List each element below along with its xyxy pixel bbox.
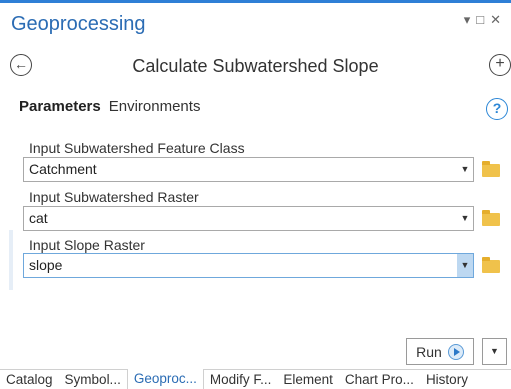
tab-geoprocessing[interactable]: Geoproc... (126, 369, 204, 389)
tab-environments[interactable]: Environments (109, 98, 201, 115)
browse-folder-icon[interactable] (482, 161, 500, 177)
pin-menu-icon[interactable]: ▾ (464, 12, 471, 28)
chevron-down-icon[interactable]: ▼ (457, 158, 473, 181)
tool-tabs: Parameters Environments (19, 98, 200, 115)
browse-folder-icon[interactable] (482, 257, 500, 273)
tab-catalog[interactable]: Catalog (0, 370, 59, 389)
param-label-subwatershed-raster: Input Subwatershed Raster (29, 189, 199, 205)
bottom-pane-tabs: Catalog Symbol... Geoproc... Modify F...… (0, 369, 511, 389)
pane-window-controls: ▾ □ ✕ (464, 12, 501, 28)
slope-raster-combobox[interactable]: slope ▼ (23, 253, 474, 278)
focus-indicator (9, 230, 13, 290)
run-label: Run (416, 343, 442, 360)
pane-title: Geoprocessing (11, 13, 146, 35)
run-options-dropdown[interactable]: ▼ (482, 338, 507, 365)
maximize-icon[interactable]: □ (476, 12, 484, 28)
chevron-down-icon[interactable]: ▼ (457, 254, 473, 277)
tab-element[interactable]: Element (277, 370, 339, 389)
param-label-feature-class: Input Subwatershed Feature Class (29, 140, 245, 156)
subwatershed-raster-value: cat (29, 210, 48, 226)
tab-modify-features[interactable]: Modify F... (204, 370, 278, 389)
feature-class-combobox[interactable]: Catchment ▼ (23, 157, 474, 182)
tab-parameters[interactable]: Parameters (19, 98, 101, 115)
run-button[interactable]: Run (406, 338, 474, 365)
close-icon[interactable]: ✕ (490, 12, 501, 28)
pane-accent-line (0, 0, 511, 3)
feature-class-value: Catchment (29, 161, 97, 177)
tab-chart-properties[interactable]: Chart Pro... (339, 370, 420, 389)
tool-title: Calculate Subwatershed Slope (132, 56, 379, 76)
chevron-down-icon[interactable]: ▼ (457, 207, 473, 230)
tab-history[interactable]: History (420, 370, 474, 389)
subwatershed-raster-combobox[interactable]: cat ▼ (23, 206, 474, 231)
tab-symbology[interactable]: Symbol... (59, 370, 127, 389)
param-label-slope-raster: Input Slope Raster (29, 237, 145, 253)
help-icon[interactable]: ? (486, 98, 508, 120)
add-plus-icon[interactable]: + (489, 54, 511, 76)
play-icon (447, 343, 464, 360)
slope-raster-value: slope (29, 257, 63, 273)
browse-folder-icon[interactable] (482, 210, 500, 226)
